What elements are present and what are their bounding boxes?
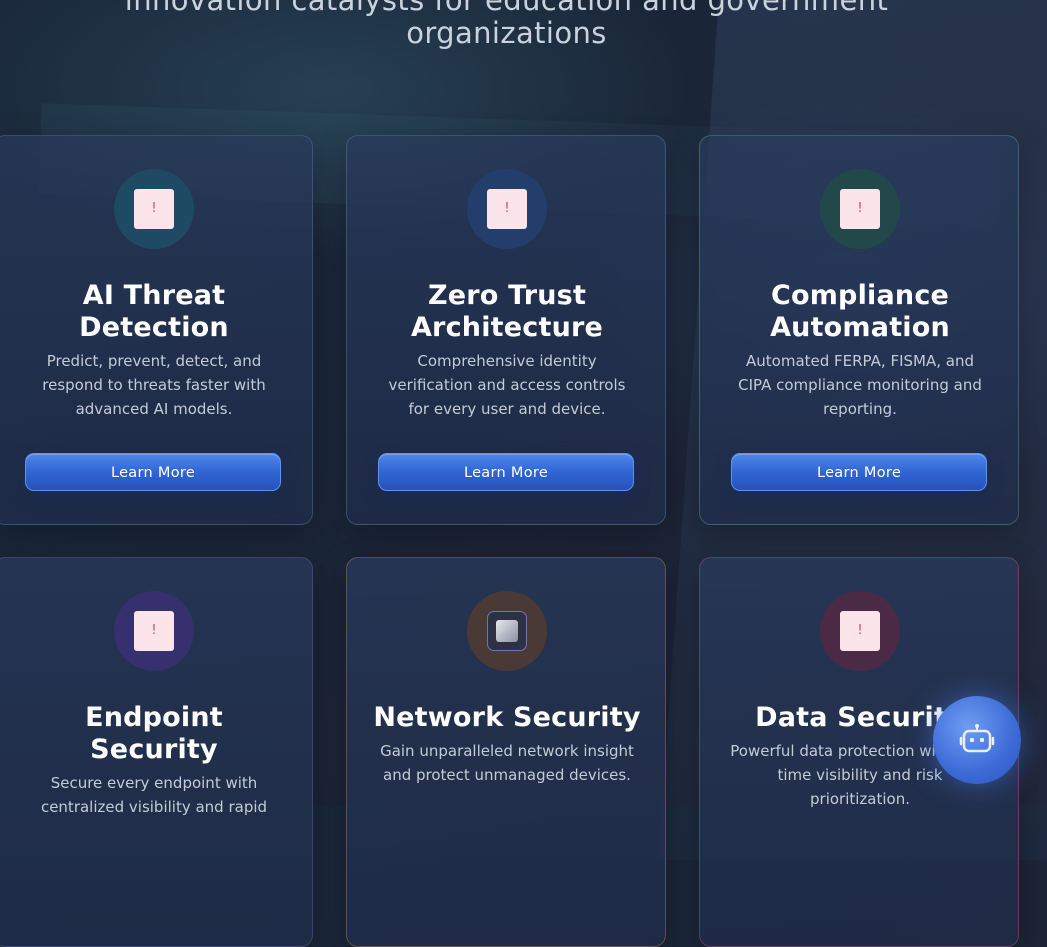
card-icon-circle: ! — [467, 169, 547, 249]
card-endpoint-security: ! Endpoint Security Secure every endpoin… — [0, 557, 313, 947]
card-network-security: Network Security Gain unparalleled netwo… — [346, 557, 666, 947]
card-title-line1: Endpoint — [85, 702, 223, 733]
alert-icon: ! — [840, 189, 880, 229]
card-icon-circle: ! — [114, 591, 194, 671]
section-heading-line2: organizations — [406, 16, 607, 50]
alert-icon: ! — [134, 611, 174, 651]
card-zero-trust-architecture: ! Zero Trust Architecture Comprehensive … — [346, 135, 666, 525]
card-description: Secure every endpoint with centralized v… — [40, 774, 268, 816]
learn-more-button[interactable]: Learn More — [731, 453, 987, 491]
card-description: Automated FERPA, FISMA, and CIPA complia… — [738, 352, 982, 418]
card-title-line1: AI Threat — [82, 280, 226, 311]
device-icon — [487, 611, 527, 651]
card-title: AI Threat Detection — [4, 280, 304, 344]
card-title-line2: Detection — [79, 312, 229, 343]
card-icon-circle: ! — [820, 591, 900, 671]
card-title-line2: Security — [90, 734, 218, 765]
card-description: Gain unparalleled network insight and pr… — [380, 742, 634, 784]
card-icon-circle: ! — [114, 169, 194, 249]
alert-icon: ! — [487, 189, 527, 229]
card-description: Comprehensive identity verification and … — [388, 352, 626, 418]
card-description: Predict, prevent, detect, and respond to… — [42, 352, 266, 418]
device-icon-screen — [496, 620, 518, 642]
card-title-line1: Zero Trust — [427, 280, 587, 311]
card-icon-circle: ! — [820, 169, 900, 249]
card-title-line2: Architecture — [410, 312, 604, 343]
card-ai-threat-detection: ! AI Threat Detection Predict, prevent, … — [0, 135, 313, 525]
chat-assistant-button[interactable] — [933, 696, 1021, 784]
alert-icon: ! — [840, 611, 880, 651]
card-compliance-automation: ! Compliance Automation Automated FERPA,… — [699, 135, 1019, 525]
card-title: Network Security — [373, 702, 641, 733]
card-icon-circle — [467, 591, 547, 671]
learn-more-button[interactable]: Learn More — [25, 453, 281, 491]
section-heading-line1: innovation catalysts for education and g… — [124, 0, 889, 17]
alert-icon: ! — [134, 189, 174, 229]
card-title: Endpoint Security — [4, 702, 304, 766]
section-heading: innovation catalysts for education and g… — [0, 0, 1013, 50]
card-title-line1: Compliance — [770, 280, 950, 311]
card-title: Compliance Automation — [710, 280, 1010, 344]
learn-more-button[interactable]: Learn More — [378, 453, 634, 491]
card-title-line2: Automation — [770, 312, 950, 343]
card-title: Zero Trust Architecture — [357, 280, 657, 344]
robot-icon — [959, 724, 995, 753]
